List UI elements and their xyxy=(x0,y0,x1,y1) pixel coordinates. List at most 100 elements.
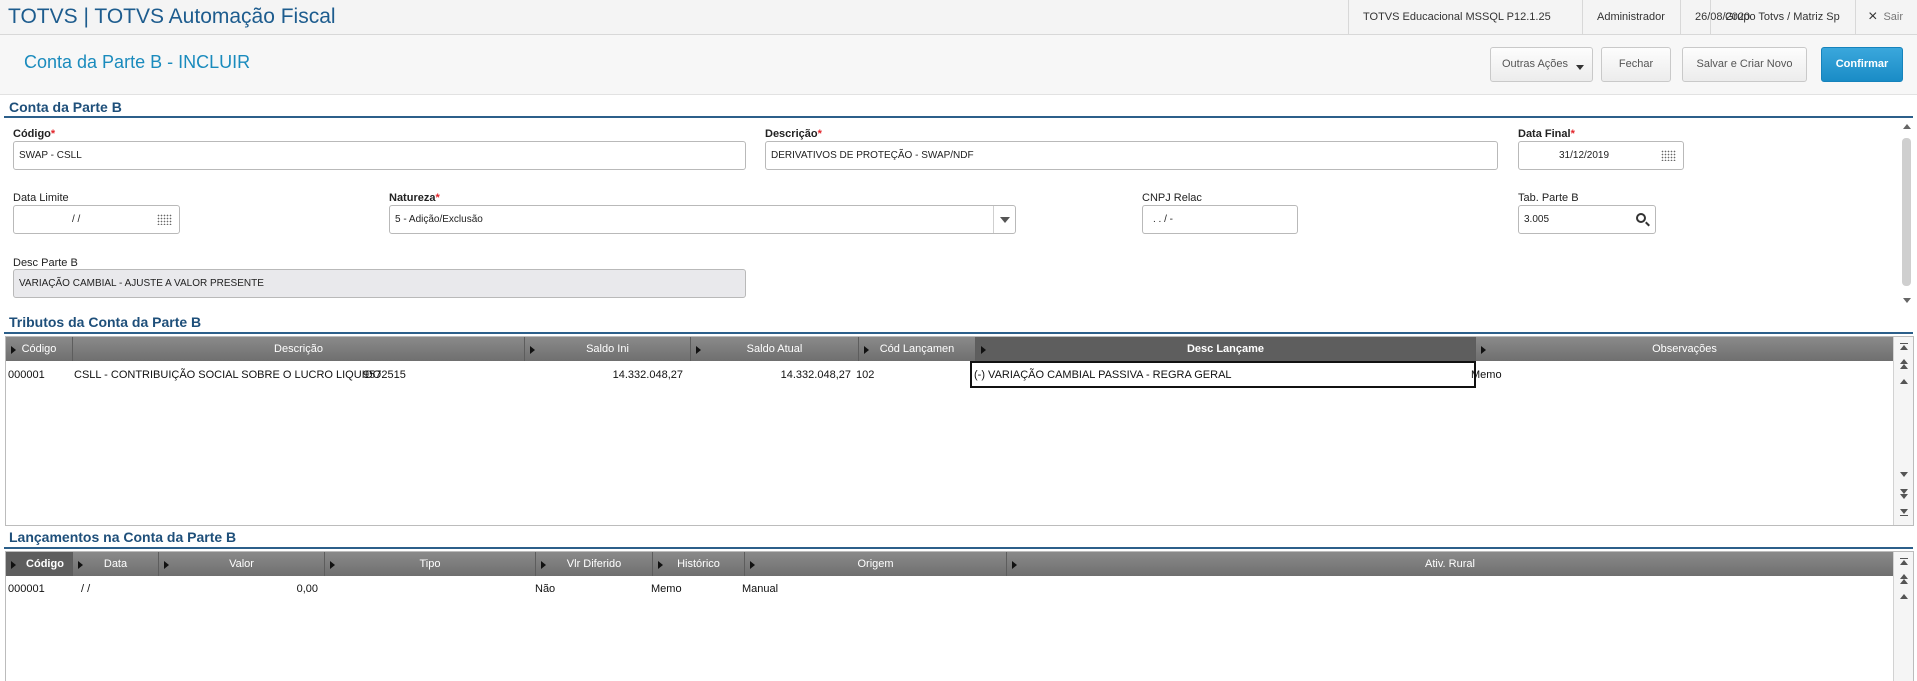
codigo-label: Código* xyxy=(13,128,56,140)
user-label[interactable]: Administrador xyxy=(1582,0,1679,34)
page-title: Conta da Parte B - INCLUIR xyxy=(24,52,251,72)
col-observacoes[interactable]: Observações xyxy=(1476,337,1894,361)
scroll-down-icon[interactable] xyxy=(1900,472,1908,477)
col-cod-lancamento[interactable]: Cód Lançamen xyxy=(859,337,976,361)
cell-origem: Manual xyxy=(742,583,779,595)
col-valor[interactable]: Valor xyxy=(159,552,325,576)
section-divider xyxy=(4,332,1913,334)
column-marker-icon xyxy=(864,346,869,354)
search-icon[interactable] xyxy=(1636,213,1646,223)
cell-descricao: CSLL - CONTRIBUIÇÃO SOCIAL SOBRE O LUCRO… xyxy=(74,369,382,381)
cell-data: / / xyxy=(81,583,91,595)
cell-codigo: 000001 xyxy=(8,583,45,595)
natureza-select[interactable]: 5 - Adição/Exclusão xyxy=(389,205,1016,234)
cell-codigo: 000001 xyxy=(8,369,45,381)
col-descricao[interactable]: Descrição xyxy=(73,337,525,361)
cnpj-relac-label: CNPJ Relac xyxy=(1142,192,1202,204)
desc-parte-b-field: VARIAÇÃO CAMBIAL - AJUSTE A VALOR PRESEN… xyxy=(13,269,746,298)
top-bar: TOTVS | TOTVS Automação Fiscal TOTVS Edu… xyxy=(0,0,1917,35)
cell-saldo-ini: 14.332.048,27 xyxy=(612,369,683,381)
column-marker-icon xyxy=(1012,561,1017,569)
col-data[interactable]: Data xyxy=(73,552,159,576)
column-marker-icon xyxy=(11,346,16,354)
section-title-conta: Conta da Parte B xyxy=(9,99,122,115)
tributos-grid[interactable]: Código Descrição Saldo Ini Saldo Atual C… xyxy=(5,336,1914,526)
natureza-value: 5 - Adição/Exclusão xyxy=(395,214,483,225)
column-marker-icon xyxy=(541,561,546,569)
cell-descricao-extra: 9572515 xyxy=(363,369,406,381)
col-tipo[interactable]: Tipo xyxy=(325,552,536,576)
data-limite-value: / / xyxy=(72,214,81,225)
tab-parte-b-field[interactable]: 3.005 xyxy=(1518,205,1656,234)
column-marker-icon xyxy=(11,561,16,569)
scroll-top-icon[interactable] xyxy=(1900,345,1908,350)
column-marker-icon xyxy=(530,346,535,354)
confirm-button[interactable]: Confirmar xyxy=(1821,47,1903,82)
page-up-icon[interactable] xyxy=(1900,579,1908,584)
descricao-field[interactable]: DERIVATIVOS DE PROTEÇÃO - SWAP/NDF xyxy=(765,141,1498,170)
natureza-label: Natureza* xyxy=(389,192,440,204)
page-down-icon[interactable] xyxy=(1900,494,1908,499)
cell-vlr-diferido: Não xyxy=(535,583,556,595)
col-saldo-atual[interactable]: Saldo Atual xyxy=(691,337,859,361)
form-scrollbar[interactable] xyxy=(1900,120,1914,308)
codigo-field[interactable]: SWAP - CSLL xyxy=(13,141,746,170)
col-codigo[interactable]: Código xyxy=(6,552,73,576)
calendar-icon[interactable] xyxy=(157,214,172,225)
cell-historico: Memo xyxy=(651,583,682,595)
scroll-bottom-icon[interactable] xyxy=(1900,515,1908,516)
scroll-up-icon[interactable] xyxy=(1900,594,1908,599)
cell-saldo-atual: 14.332.048,27 xyxy=(780,369,851,381)
scroll-up-icon[interactable] xyxy=(1900,379,1908,384)
save-and-new-button[interactable]: Salvar e Criar Novo xyxy=(1682,47,1807,82)
col-saldo-ini[interactable]: Saldo Ini xyxy=(525,337,691,361)
close-button[interactable]: Fechar xyxy=(1601,47,1671,82)
tributos-grid-header: Código Descrição Saldo Ini Saldo Atual C… xyxy=(6,337,1894,361)
tab-parte-b-value: 3.005 xyxy=(1524,214,1550,225)
column-marker-icon xyxy=(658,561,663,569)
environment-label: TOTVS Educacional MSSQL P12.1.25 xyxy=(1348,0,1565,34)
column-marker-icon xyxy=(78,561,83,569)
data-final-value: 31/12/2019 xyxy=(1559,150,1610,161)
scroll-bottom-icon[interactable] xyxy=(1900,509,1908,514)
scroll-top-icon[interactable] xyxy=(1900,560,1908,565)
data-limite-field[interactable]: / / xyxy=(13,205,180,234)
cell-valor: 0,00 xyxy=(296,583,318,595)
col-origem[interactable]: Origem xyxy=(745,552,1007,576)
column-marker-icon xyxy=(330,561,335,569)
column-marker-icon xyxy=(750,561,755,569)
page-header: Conta da Parte B - INCLUIR Outras Ações … xyxy=(0,35,1917,95)
lancamentos-grid-scrollbar[interactable] xyxy=(1893,552,1913,681)
scroll-top-icon[interactable] xyxy=(1900,343,1908,344)
col-codigo[interactable]: Código xyxy=(6,337,73,361)
company-label[interactable]: Grupo Totvs / Matriz Sp xyxy=(1710,0,1855,34)
exit-button[interactable]: × Sair xyxy=(1855,0,1917,34)
cell-observacoes: Memo xyxy=(1471,369,1502,381)
column-marker-icon xyxy=(696,346,701,354)
scroll-thumb[interactable] xyxy=(1902,138,1911,286)
app-title: TOTVS | TOTVS Automação Fiscal xyxy=(8,5,336,28)
section-title-lancamentos: Lançamentos na Conta da Parte B xyxy=(9,529,237,545)
other-actions-button[interactable]: Outras Ações xyxy=(1490,47,1593,82)
section-title-tributos: Tributos da Conta da Parte B xyxy=(9,314,202,330)
page-up-icon[interactable] xyxy=(1900,364,1908,369)
calendar-icon[interactable] xyxy=(1661,150,1676,161)
col-vlr-diferido[interactable]: Vlr Diferido xyxy=(536,552,653,576)
data-limite-label: Data Limite xyxy=(13,192,69,204)
tributos-grid-scrollbar[interactable] xyxy=(1893,337,1913,525)
column-marker-icon xyxy=(981,346,986,354)
column-marker-icon xyxy=(164,561,169,569)
cnpj-relac-field[interactable]: . . / - xyxy=(1142,205,1298,234)
scroll-down-icon[interactable] xyxy=(1903,298,1911,303)
col-ativ-rural[interactable]: Ativ. Rural xyxy=(1007,552,1894,576)
chevron-down-icon xyxy=(1576,65,1584,70)
lancamentos-grid-header: Código Data Valor Tipo Vlr Diferido Hist… xyxy=(6,552,1894,576)
scroll-up-icon[interactable] xyxy=(1903,124,1911,129)
data-final-field[interactable]: 31/12/2019 xyxy=(1518,141,1684,170)
col-historico[interactable]: Histórico xyxy=(653,552,745,576)
scroll-top-icon[interactable] xyxy=(1900,558,1908,559)
desc-parte-b-label: Desc Parte B xyxy=(13,257,78,269)
lancamentos-grid[interactable]: Código Data Valor Tipo Vlr Diferido Hist… xyxy=(5,551,1914,681)
col-desc-lancamento[interactable]: Desc Lançame xyxy=(976,337,1476,361)
chevron-down-icon[interactable] xyxy=(993,206,1015,233)
